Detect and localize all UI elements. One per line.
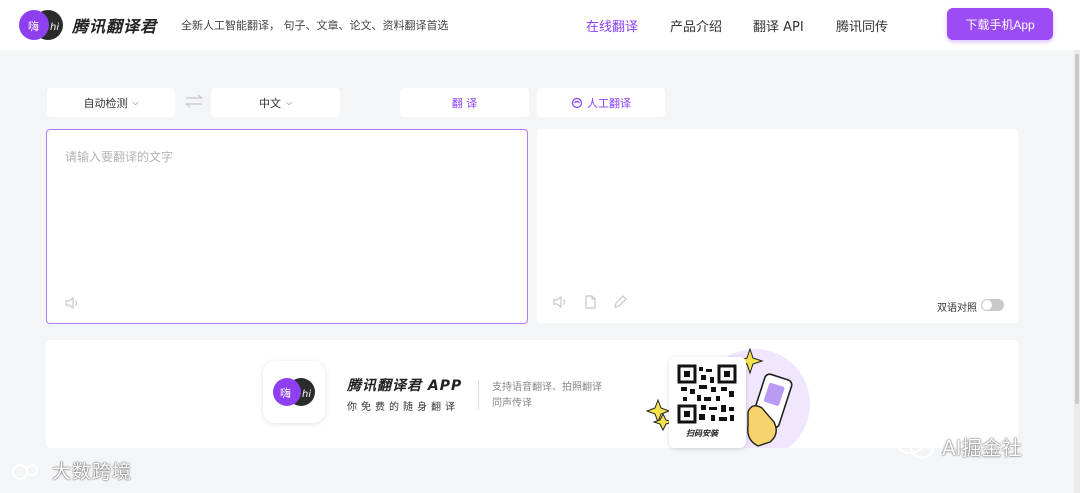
bilingual-label: 双语对照 xyxy=(937,303,977,314)
nav-translate-api[interactable]: 翻译 API xyxy=(753,16,804,35)
app-logo-icon: 嗨 hi xyxy=(273,378,315,406)
top-header: 嗨 hi 腾讯翻译君 全新人工智能翻译， 句子、文章、论文、资料翻译首选 在线翻… xyxy=(0,0,1080,50)
speaker-icon[interactable] xyxy=(63,294,81,312)
watermark-logo-icon xyxy=(12,464,38,480)
header-tagline: 全新人工智能翻译， 句子、文章、论文、资料翻译首选 xyxy=(181,19,449,32)
qr-code-icon xyxy=(677,364,737,424)
translate-button[interactable]: 翻 译 xyxy=(400,88,529,117)
translate-button-label: 翻 译 xyxy=(451,96,478,110)
scrollbar-thumb[interactable] xyxy=(1075,54,1079,404)
app-icon: 嗨 hi xyxy=(263,361,325,423)
bilingual-toggle[interactable] xyxy=(981,299,1004,311)
target-language-select[interactable]: 中文 ⌵ xyxy=(211,88,340,117)
nav-tencent-interpret[interactable]: 腾讯同传 xyxy=(836,16,888,35)
toggle-knob xyxy=(982,300,992,310)
app-subtitle: 你免费的随身翻译 xyxy=(347,402,459,413)
source-text-panel xyxy=(46,129,528,324)
swap-languages-icon[interactable] xyxy=(183,94,205,108)
svg-text:hi: hi xyxy=(302,389,311,400)
chevron-down-icon: ⌵ xyxy=(285,97,293,107)
nav-online-translate[interactable]: 在线翻译 xyxy=(586,16,638,35)
app-features-line1: 支持语音翻译、拍照翻译 xyxy=(492,382,602,393)
app-title: 腾讯翻译君 APP xyxy=(347,378,463,394)
copy-icon[interactable] xyxy=(581,293,599,311)
source-text-input[interactable] xyxy=(65,148,505,278)
app-promo-banner xyxy=(46,340,1018,448)
svg-text:嗨: 嗨 xyxy=(28,19,39,33)
wechat-icon xyxy=(896,432,934,459)
speaker-icon[interactable] xyxy=(551,293,569,311)
app-features-line2: 同声传译 xyxy=(492,398,532,409)
qr-caption: 扫码安装 xyxy=(686,429,718,438)
download-app-button[interactable]: 下载手机App xyxy=(947,8,1053,40)
target-language-label: 中文 xyxy=(258,96,281,110)
banner-divider xyxy=(478,380,479,410)
brand-name[interactable]: 腾讯翻译君 xyxy=(72,13,157,37)
source-language-select[interactable]: 自动检测 ⌵ xyxy=(47,88,175,117)
edit-icon[interactable] xyxy=(611,293,629,311)
chevron-down-icon: ⌵ xyxy=(132,97,139,107)
svg-text:嗨: 嗨 xyxy=(280,386,291,400)
human-translate-label: 人工翻译 xyxy=(587,96,631,110)
svg-text:hi: hi xyxy=(50,22,59,33)
watermark-right: AI掘金社 xyxy=(942,436,1022,460)
logo-icon[interactable]: 嗨 hi xyxy=(16,8,66,42)
watermark-left: 大数跨境 xyxy=(52,461,133,483)
human-translate-button[interactable]: 人工翻译 xyxy=(537,88,665,117)
translation-output-panel xyxy=(537,129,1018,323)
source-language-label: 自动检测 xyxy=(83,96,128,110)
human-translate-icon xyxy=(571,97,583,108)
nav-product-intro[interactable]: 产品介绍 xyxy=(670,16,722,35)
